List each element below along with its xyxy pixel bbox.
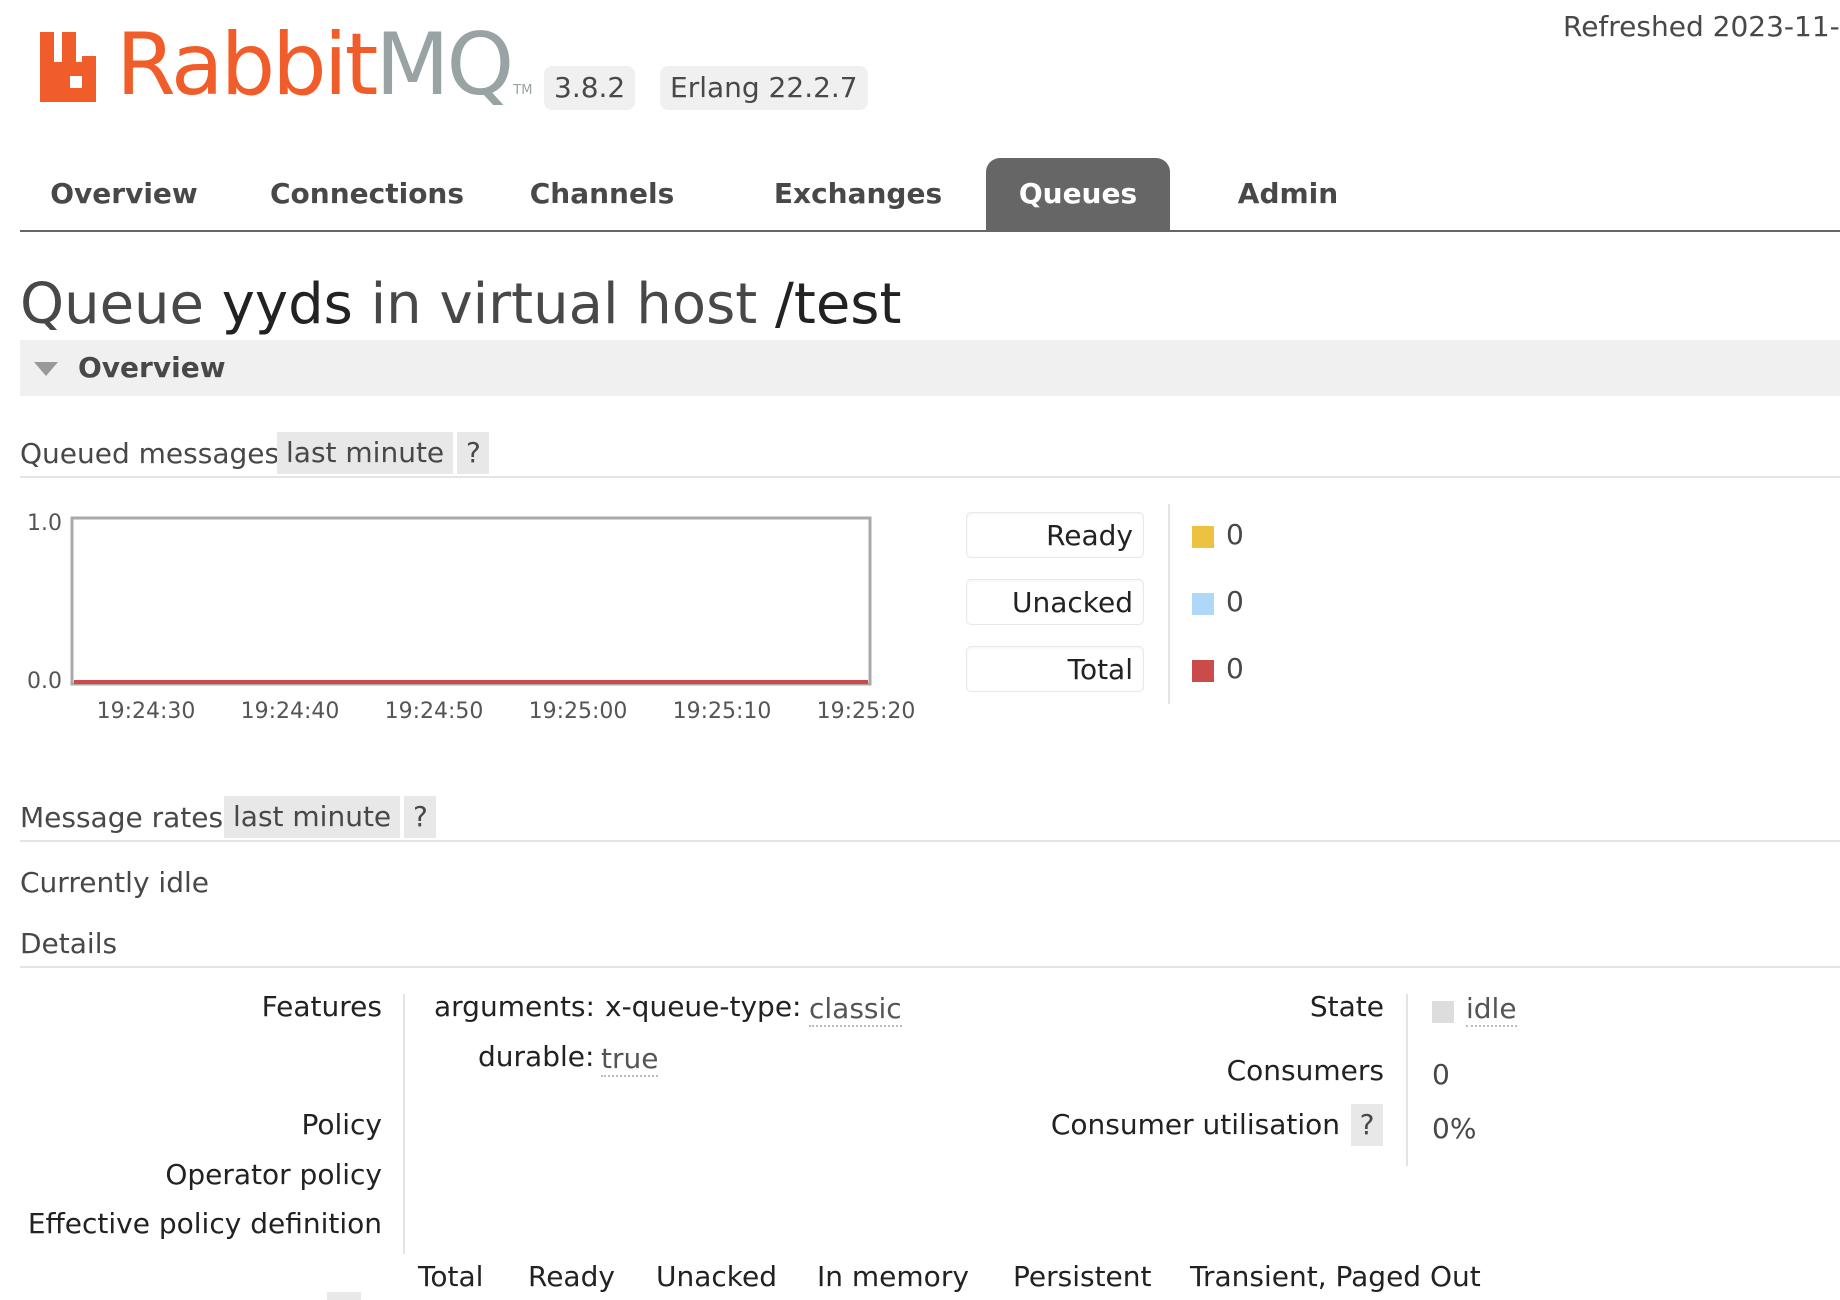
messages-help-chip[interactable]: [327, 1292, 361, 1300]
details-header: Details: [20, 922, 1840, 968]
tab-overview[interactable]: Overview: [38, 158, 210, 230]
column-header-unacked: Unacked: [656, 1260, 778, 1293]
vhost-name: /test: [775, 272, 902, 337]
legend-ready-label: Ready: [966, 512, 1144, 558]
collapse-triangle-icon: [34, 362, 58, 376]
state-idle-icon: [1432, 1001, 1454, 1023]
arguments-label: arguments:: [434, 990, 595, 1023]
queued-messages-help[interactable]: ?: [457, 432, 489, 474]
chart-plot-area: [70, 516, 872, 686]
message-rates-help[interactable]: ?: [404, 796, 436, 838]
legend-divider: [1168, 504, 1170, 704]
page-title: Queue yyds in virtual host /test: [20, 272, 901, 337]
column-header-total: Total: [418, 1260, 484, 1293]
legend-unacked-swatch: [1192, 593, 1214, 615]
logo-wordmark: RabbitMQ: [116, 22, 514, 108]
tab-exchanges[interactable]: Exchanges: [758, 158, 958, 230]
y-tick-label: 1.0: [27, 511, 62, 536]
consumer-utilisation-value: 0%: [1432, 1112, 1477, 1145]
tab-channels[interactable]: Channels: [522, 158, 682, 230]
logo-word-rabbit: Rabbit: [116, 15, 378, 115]
argument-key: x-queue-type:: [605, 990, 802, 1023]
x-tick-label: 19:25:20: [817, 699, 916, 724]
rabbitmq-logo[interactable]: RabbitMQ TM: [40, 18, 532, 108]
overview-section-label: Overview: [78, 351, 226, 384]
column-header-transient-paged-out: Transient, Paged Out: [1190, 1260, 1481, 1293]
queued-messages-range-select[interactable]: last minute: [277, 432, 454, 474]
title-prefix: Queue: [20, 272, 204, 337]
refreshed-timestamp: Refreshed 2023-11-0: [1563, 10, 1840, 43]
durable-label: durable:: [478, 1040, 595, 1073]
column-header-persistent: Persistent: [1013, 1260, 1152, 1293]
consumers-label: Consumers: [1226, 1054, 1384, 1087]
features-label: Features: [261, 990, 382, 1023]
consumers-value: 0: [1432, 1058, 1450, 1091]
details-label: Details: [20, 927, 118, 960]
argument-value[interactable]: classic: [809, 992, 902, 1027]
queue-name: yyds: [221, 272, 353, 337]
queued-messages-label: Queued messages: [20, 437, 280, 470]
x-tick-label: 19:25:10: [673, 699, 772, 724]
tab-connections[interactable]: Connections: [262, 158, 472, 230]
message-rates-label: Message rates: [20, 801, 224, 834]
erlang-version-badge: Erlang 22.2.7: [660, 66, 868, 110]
effective-policy-label: Effective policy definition: [27, 1207, 382, 1240]
tab-queues[interactable]: Queues: [986, 158, 1170, 230]
x-tick-label: 19:24:40: [241, 699, 340, 724]
details-divider-right: [1406, 994, 1408, 1166]
consumer-utilisation-help[interactable]: ?: [1351, 1104, 1383, 1146]
main-nav: Overview Connections Channels Exchanges …: [20, 158, 1840, 232]
state-label: State: [1309, 990, 1384, 1023]
y-tick-label: 0.0: [27, 669, 62, 694]
legend-unacked-label: Unacked: [966, 579, 1144, 625]
x-tick-label: 19:24:30: [97, 699, 196, 724]
policy-label: Policy: [301, 1108, 382, 1141]
durable-value[interactable]: true: [601, 1042, 659, 1077]
message-rates-status: Currently idle: [20, 866, 209, 899]
state-value[interactable]: idle: [1466, 992, 1517, 1027]
legend-unacked-value: 0: [1226, 585, 1244, 618]
overview-section-toggle[interactable]: Overview: [20, 340, 1840, 396]
logo-trademark: TM: [513, 83, 533, 98]
legend-total-value: 0: [1226, 652, 1244, 685]
logo-word-mq: MQ: [375, 15, 514, 115]
consumer-utilisation-label: Consumer utilisation: [1050, 1108, 1340, 1141]
message-rates-header: Message rates last minute ?: [20, 796, 1840, 842]
rabbitmq-logo-icon: [40, 32, 110, 102]
legend-total-label: Total: [966, 646, 1144, 692]
legend-ready-value: 0: [1226, 518, 1244, 551]
version-badge: 3.8.2: [544, 66, 636, 110]
x-tick-label: 19:24:50: [385, 699, 484, 724]
legend-total-swatch: [1192, 660, 1214, 682]
x-tick-label: 19:25:00: [529, 699, 628, 724]
column-header-in-memory: In memory: [817, 1260, 969, 1293]
legend-ready-swatch: [1192, 526, 1214, 548]
details-divider-left: [403, 994, 405, 1254]
queued-messages-header: Queued messages last minute ?: [20, 432, 1840, 478]
title-middle: in virtual host: [370, 272, 758, 337]
tab-admin[interactable]: Admin: [1218, 158, 1358, 230]
operator-policy-label: Operator policy: [165, 1158, 382, 1191]
column-header-ready: Ready: [528, 1260, 615, 1293]
queued-messages-chart: 1.0 0.0 19:24:30 19:24:40 19:24:50 19:25:00 19…: [27, 511, 916, 724]
message-rates-range-select[interactable]: last minute: [224, 796, 401, 838]
